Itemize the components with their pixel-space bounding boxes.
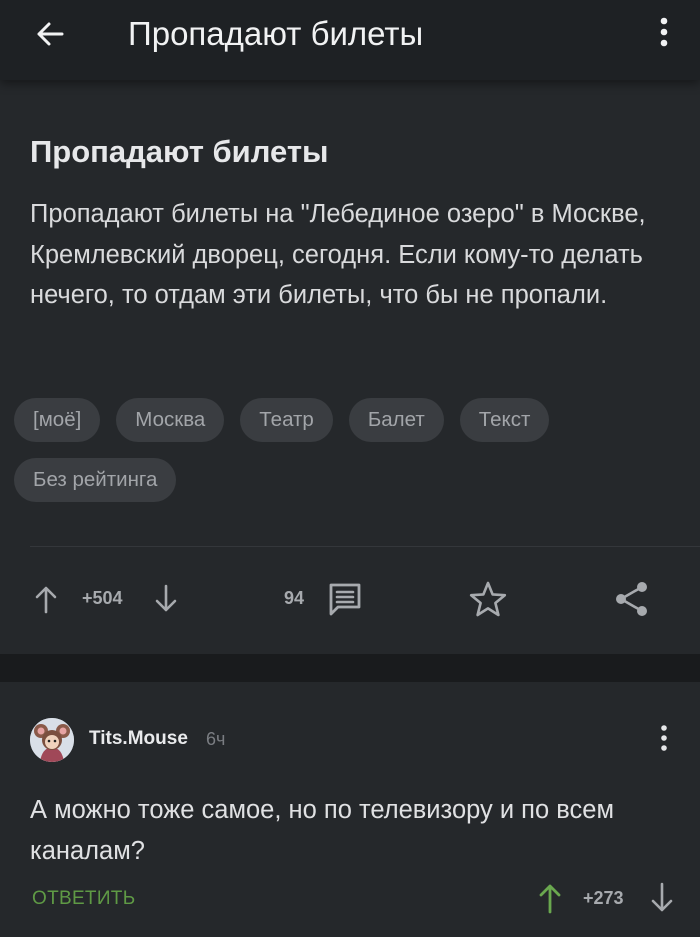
post-body: Пропадают билеты на "Лебединое озеро" в …	[30, 200, 646, 309]
comment: Tits.Mouse 6ч А можно тоже самое, но по …	[0, 682, 700, 937]
share-icon	[616, 582, 647, 616]
arrow-up-icon	[35, 586, 57, 614]
post-rating: +504	[82, 588, 123, 608]
comments-button[interactable]	[326, 580, 364, 618]
section-separator	[0, 654, 700, 682]
comment-time: 6ч	[206, 729, 226, 749]
divider	[30, 546, 700, 547]
comment-rating: +273	[583, 888, 624, 908]
comment-upvote-button[interactable]	[538, 882, 562, 919]
page-title: Пропадают билеты	[128, 15, 424, 52]
app-bar: Пропадают билеты	[0, 0, 700, 80]
more-vertical-icon	[660, 17, 668, 47]
share-button[interactable]	[612, 580, 652, 618]
tag-list: [моё] Москва Театр Балет Текст Без рейти…	[14, 398, 686, 502]
tag-chip[interactable]: Театр	[240, 398, 333, 442]
post-title: Пропадают билеты	[30, 134, 329, 169]
upvote-button[interactable]	[34, 584, 58, 614]
comments-count: 94	[284, 588, 305, 608]
tag-chip[interactable]: Без рейтинга	[14, 458, 177, 502]
comment-icon	[329, 583, 361, 616]
more-vertical-icon	[661, 725, 667, 751]
star-icon	[469, 581, 507, 617]
avatar-image	[30, 718, 74, 762]
reply-button[interactable]: ОТВЕТИТЬ	[32, 888, 135, 910]
tag-chip[interactable]: Москва	[116, 398, 225, 442]
tag-chip[interactable]: Текст	[459, 398, 550, 442]
tag-chip[interactable]: [моё]	[14, 398, 101, 442]
arrow-left-icon	[37, 22, 64, 46]
arrow-up-icon	[539, 884, 561, 914]
back-button[interactable]	[28, 12, 72, 56]
save-button[interactable]	[468, 580, 508, 618]
arrow-down-icon	[651, 882, 673, 912]
comment-text: А можно тоже самое, но по телевизору и п…	[30, 796, 614, 865]
tag-chip[interactable]: Балет	[348, 398, 444, 442]
comment-more-button[interactable]	[654, 720, 674, 756]
post-actions: +504 94	[0, 570, 700, 632]
post-card: Пропадают билеты Пропадают билеты на "Ле…	[0, 80, 700, 654]
more-options-button[interactable]	[652, 12, 676, 52]
comment-downvote-button[interactable]	[650, 882, 674, 919]
avatar[interactable]	[30, 718, 74, 762]
downvote-button[interactable]	[154, 584, 178, 614]
comment-username[interactable]: Tits.Mouse	[89, 728, 188, 750]
arrow-down-icon	[155, 584, 177, 612]
